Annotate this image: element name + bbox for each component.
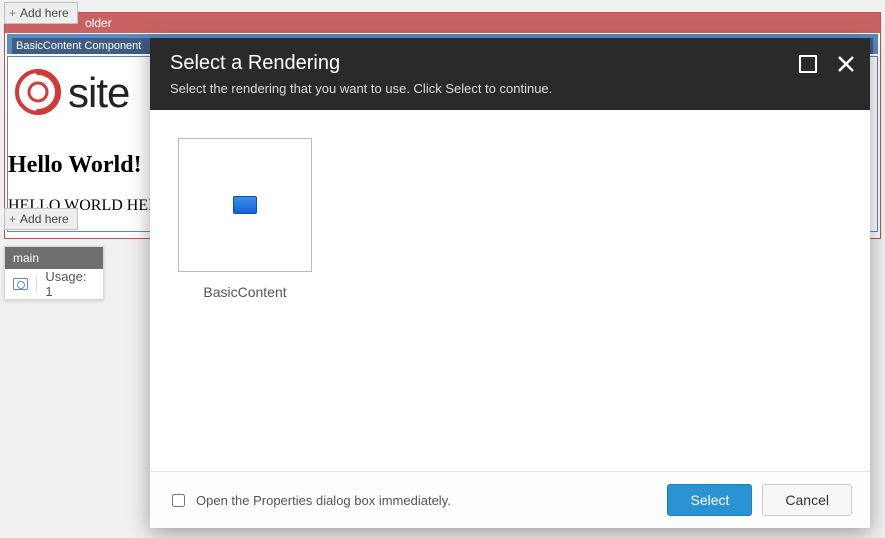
content-heading: Hello World!	[8, 152, 142, 179]
logo-text: site	[68, 69, 129, 117]
placeholder-tab-label: main	[13, 251, 39, 265]
rendering-thumb	[178, 138, 312, 272]
dialog-body: BasicContent	[150, 110, 870, 471]
maximize-icon[interactable]	[798, 54, 818, 74]
component-label: BasicContent Component	[16, 40, 141, 52]
cancel-button[interactable]: Cancel	[762, 484, 852, 516]
dialog-subtitle: Select the rendering that you want to us…	[170, 81, 850, 96]
placeholder-tab-main[interactable]: main	[5, 247, 103, 269]
select-button[interactable]: Select	[667, 484, 752, 516]
dialog-title: Select a Rendering	[170, 52, 850, 75]
document-icon	[233, 196, 257, 214]
rendering-item-basiccontent[interactable]: BasicContent	[178, 138, 312, 300]
close-icon[interactable]	[836, 54, 856, 74]
add-here-button-top[interactable]: + Add here	[4, 2, 78, 24]
plus-icon: +	[9, 6, 16, 20]
add-here-label: Add here	[20, 6, 69, 20]
dialog-header: Select a Rendering Select the rendering …	[150, 38, 870, 110]
page-editor-canvas: older + Add here BasicContent Component …	[0, 0, 885, 538]
open-properties-label: Open the Properties dialog box immediate…	[196, 493, 451, 508]
add-here-label: Add here	[20, 212, 69, 226]
select-rendering-dialog: Select a Rendering Select the rendering …	[150, 38, 870, 528]
sitecore-logo-icon	[13, 67, 63, 117]
placeholder-usage-row[interactable]: Usage: 1	[5, 269, 103, 299]
plus-icon: +	[9, 212, 16, 226]
usage-count-label: Usage: 1	[45, 269, 95, 299]
open-properties-checkbox[interactable]	[172, 494, 185, 507]
placeholder-info-card: main Usage: 1	[4, 246, 104, 300]
placeholder-name-label: older	[85, 13, 112, 33]
divider	[36, 276, 37, 292]
rendering-label: BasicContent	[203, 284, 286, 300]
rendering-icon	[13, 278, 28, 290]
rendering-list: BasicContent	[178, 138, 842, 300]
dialog-footer: Open the Properties dialog box immediate…	[150, 471, 870, 528]
add-here-button-bottom[interactable]: + Add here	[4, 208, 78, 230]
open-properties-option[interactable]: Open the Properties dialog box immediate…	[168, 491, 451, 510]
